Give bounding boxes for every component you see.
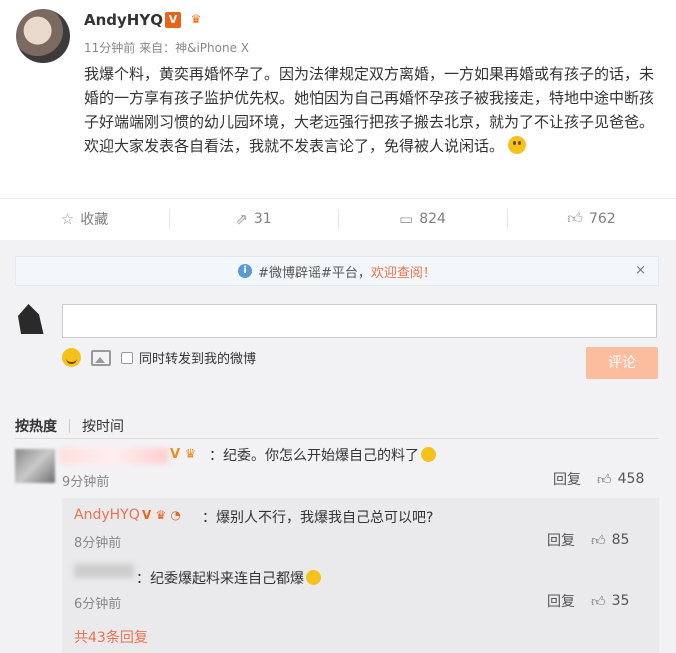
weibo-post: AndyHYQ V ♛ 11分钟前 来自：神&iPhone X 我爆个料，黄奕再… xyxy=(0,0,676,200)
image-icon[interactable] xyxy=(91,349,111,366)
laugh-emoji-icon xyxy=(421,447,436,462)
repost-button[interactable]: ⇗ 31 xyxy=(169,199,338,238)
reply-button[interactable]: 回复 xyxy=(553,469,581,489)
repost-checkbox[interactable] xyxy=(121,351,133,364)
favorite-button[interactable]: ☆ 收藏 xyxy=(0,199,169,238)
repost-checkbox-label: 同时转发到我的微博 xyxy=(139,352,257,367)
reply-author[interactable]: AndyHYQ xyxy=(74,507,140,523)
thumbs-up-icon: 👍︎ xyxy=(567,209,583,227)
sort-by-hot-tab[interactable]: 按热度 xyxy=(15,416,69,436)
reply-thread: AndyHYQ V ♛ ◔ ：爆别人不行，我爆我自己总可以吧? 8分钟前 回复 … xyxy=(62,498,659,653)
submit-comment-button[interactable]: 评论 xyxy=(586,347,658,379)
sort-by-time-tab[interactable]: 按时间 xyxy=(82,416,136,436)
comment-time: 9分钟前 xyxy=(62,475,110,490)
reply-button[interactable]: 回复 xyxy=(547,530,575,550)
post-action-bar: ☆ 收藏 ⇗ 31 ▭ 824 👍︎ 762 xyxy=(0,198,676,238)
comment-like-count: 458 xyxy=(617,471,645,487)
reply-badges-icon: V ♛ ◔ xyxy=(142,508,181,522)
my-avatar xyxy=(18,304,44,334)
post-paragraph: 欢迎大家发表各自看法，我就不发表言论了，免得被人说闲话。 xyxy=(84,134,659,158)
post-meta: 11分钟前 来自：神&iPhone X xyxy=(84,41,249,55)
comment-count: 824 xyxy=(419,210,446,227)
reply-text: ：纪委爆起料来连自己都爆 xyxy=(136,568,321,588)
more-replies-link[interactable]: 共43条回复 xyxy=(74,627,148,647)
commenter-name-redacted xyxy=(60,448,168,464)
author-username[interactable]: AndyHYQ xyxy=(84,11,163,29)
reply-actions: 回复 👍︎ 35 xyxy=(547,591,629,611)
comment-button[interactable]: ▭ 824 xyxy=(338,199,507,238)
laugh-emoji-icon xyxy=(306,570,321,585)
reply-author-redacted xyxy=(74,564,134,578)
smile-emoji-icon xyxy=(508,136,527,154)
notice-link[interactable]: 欢迎查阅！ xyxy=(371,262,436,281)
comment-sort: 按热度 按时间 xyxy=(15,416,136,436)
repost-count: 31 xyxy=(253,210,272,227)
commenter-badges-icon: V ♛ xyxy=(170,447,197,462)
rumor-notice: i #微博辟谣#平台， 欢迎查阅！ × xyxy=(15,256,659,286)
thumbs-up-icon[interactable]: 👍︎ xyxy=(591,593,606,610)
repost-icon: ⇗ xyxy=(235,209,248,228)
thumbs-up-icon[interactable]: 👍︎ xyxy=(597,471,612,488)
reply-actions: 回复 👍︎ 85 xyxy=(547,530,629,550)
reply-like-count: 35 xyxy=(611,593,630,609)
close-icon[interactable]: × xyxy=(635,263,646,278)
comments-panel: i #微博辟谣#平台， 欢迎查阅！ × 同时转发到我的微博 评论 按热度 按时间… xyxy=(0,240,676,653)
thumbs-up-icon[interactable]: 👍︎ xyxy=(591,532,606,549)
comment-icon: ▭ xyxy=(399,209,414,228)
commenter-avatar[interactable] xyxy=(15,449,55,483)
divider xyxy=(15,438,659,439)
post-paragraph: 我爆个料，黄奕再婚怀孕了。因为法律规定双方离婚，一方如果再婚或有孩子的话，未婚的… xyxy=(84,65,655,131)
verified-badge-icon: V xyxy=(165,12,181,28)
comment-input[interactable] xyxy=(62,304,657,338)
member-crown-icon: ♛ xyxy=(190,12,202,26)
reply-button[interactable]: 回复 xyxy=(547,591,575,611)
composer-toolbar: 同时转发到我的微博 xyxy=(62,348,256,367)
like-count: 762 xyxy=(588,210,616,227)
notice-text: #微博辟谣#平台， xyxy=(258,265,371,281)
like-button[interactable]: 👍︎ 762 xyxy=(507,199,676,238)
comment-actions: 回复 👍︎ 458 xyxy=(553,469,644,489)
reply-time: 6分钟前 xyxy=(74,597,122,612)
post-body: 我爆个料，黄奕再婚怀孕了。因为法律规定双方离婚，一方如果再婚或有孩子的话，未婚的… xyxy=(84,62,659,158)
info-icon: i xyxy=(238,264,253,278)
reply-time: 8分钟前 xyxy=(74,536,122,551)
reply-like-count: 85 xyxy=(611,532,630,548)
author-avatar[interactable] xyxy=(16,9,70,63)
sort-divider xyxy=(69,419,70,433)
star-icon: ☆ xyxy=(60,209,75,228)
emoji-icon[interactable] xyxy=(62,348,81,367)
favorite-label: 收藏 xyxy=(80,211,109,228)
comment-text: ：纪委。你怎么开始爆自己的料了 xyxy=(209,445,436,465)
reply-text: ：爆别人不行，我爆我自己总可以吧? xyxy=(202,510,434,526)
